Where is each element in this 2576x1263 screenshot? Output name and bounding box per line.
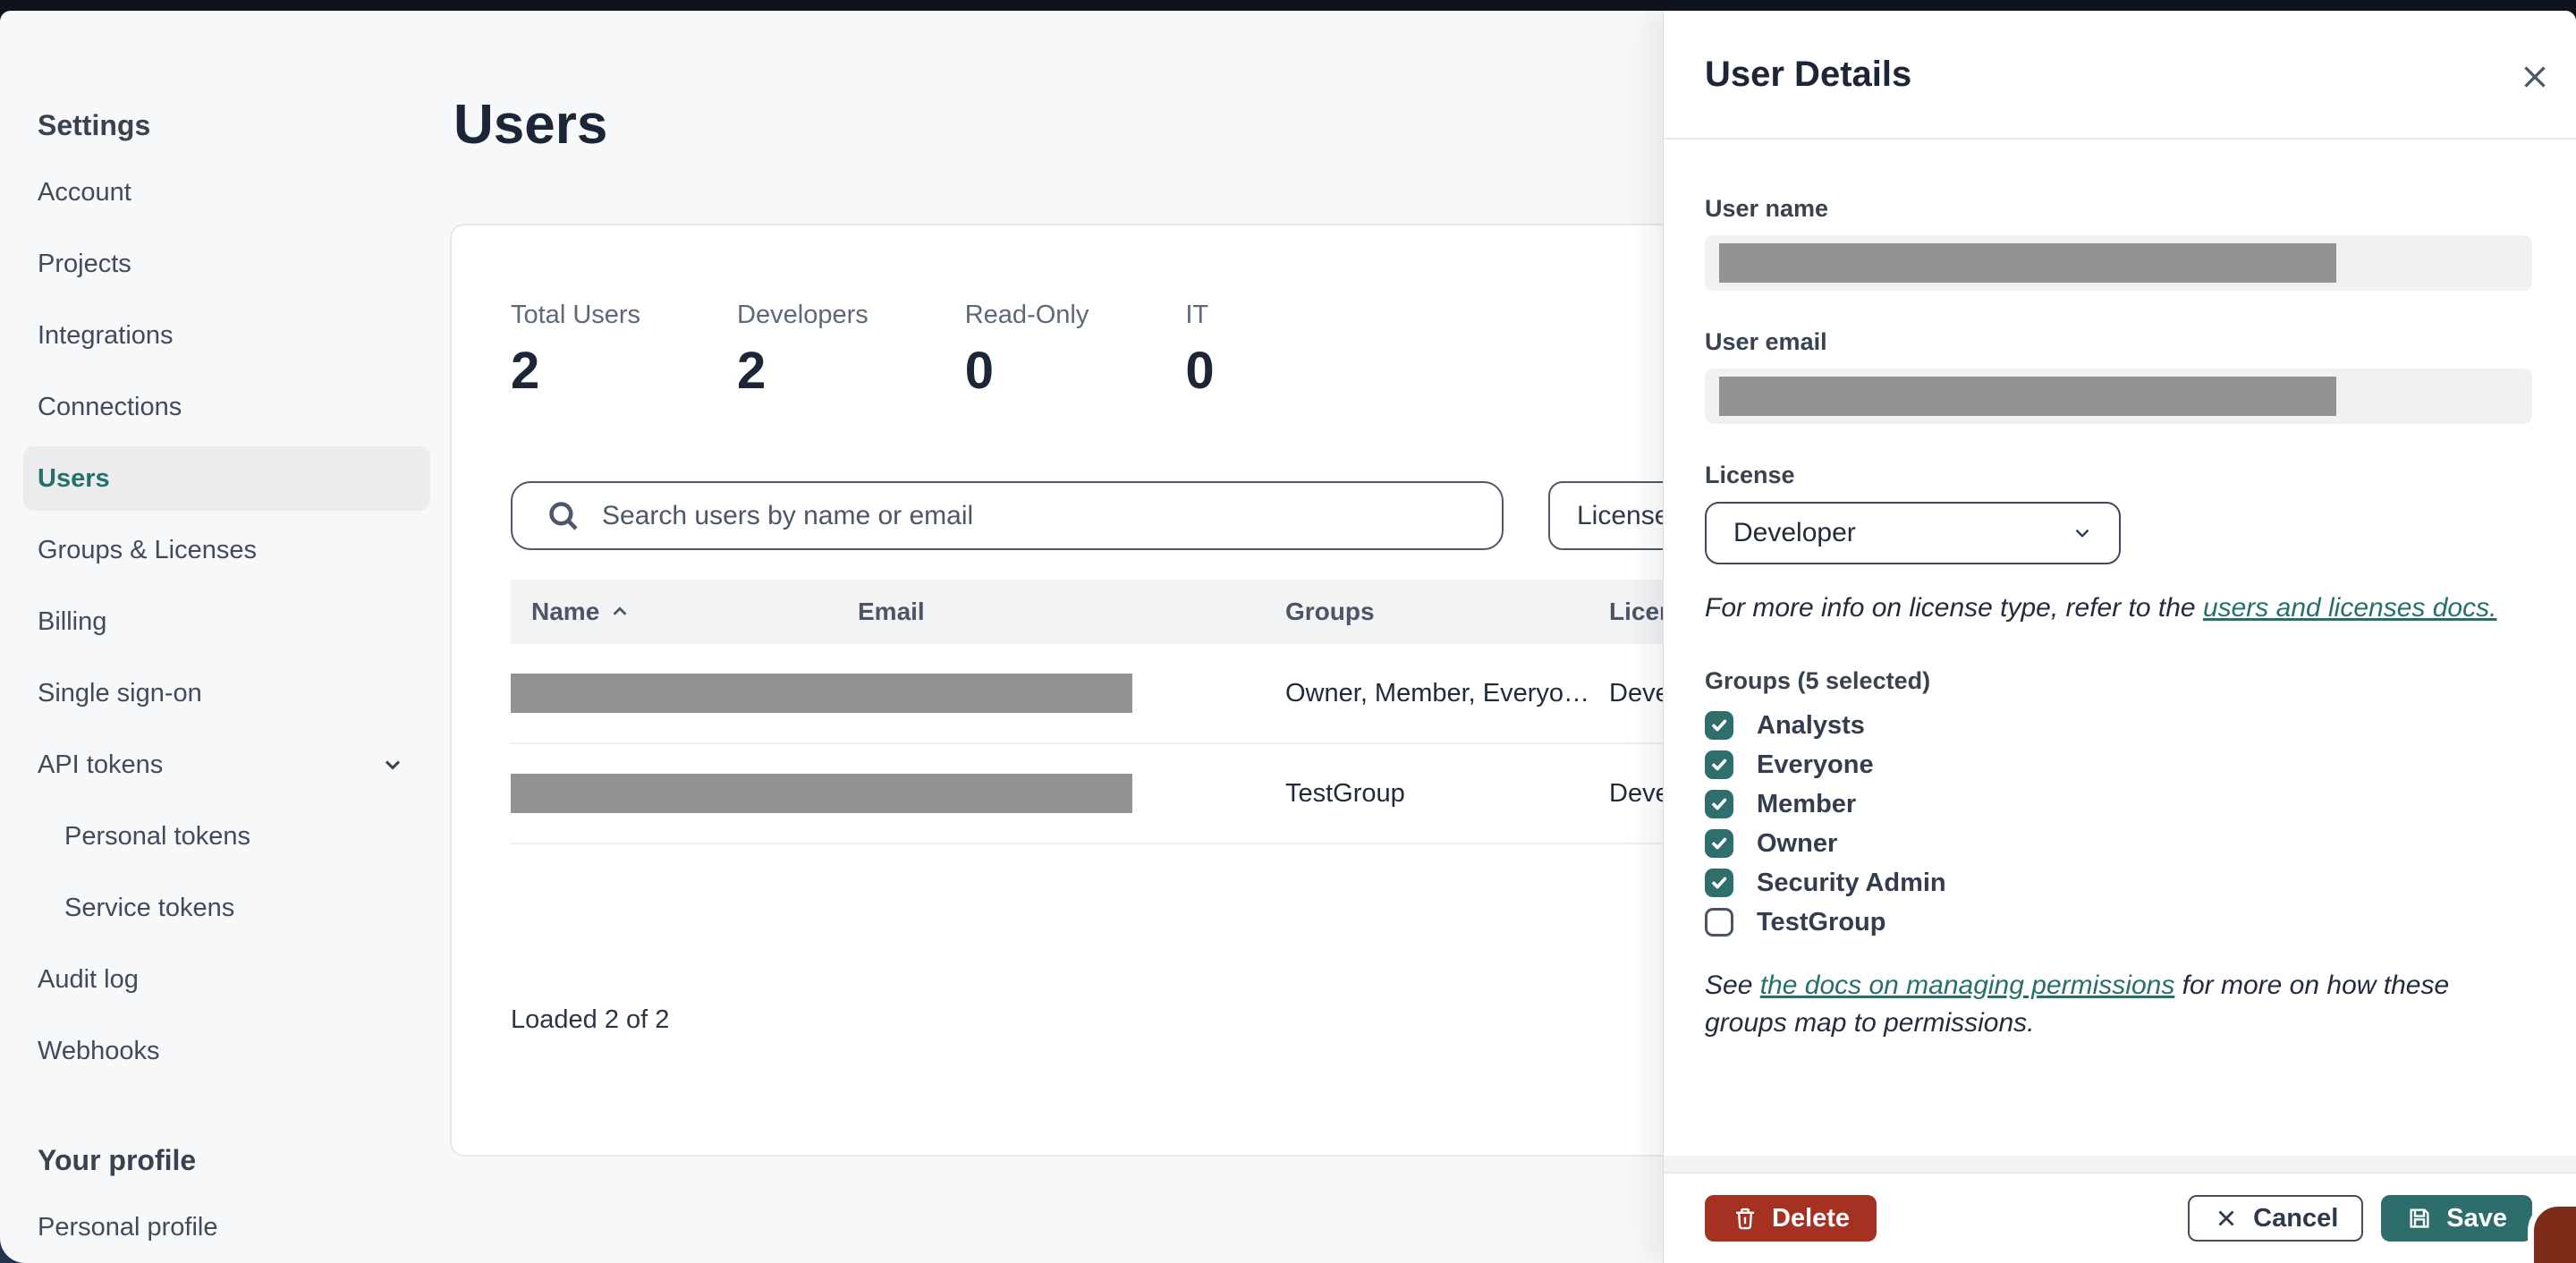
permissions-note: See the docs on managing permissions for… [1705, 971, 2450, 1038]
chevron-down-icon [385, 760, 401, 770]
sidebar-item-connections[interactable]: Connections [23, 371, 430, 443]
sidebar-item-personal-tokens[interactable]: Personal tokens [23, 801, 430, 872]
checkbox-checked-icon[interactable] [1705, 829, 1733, 858]
sidebar-item-groups-licenses[interactable]: Groups & Licenses [23, 514, 430, 586]
user-name-field: User name [1705, 195, 2532, 291]
sidebar-item-integrations[interactable]: Integrations [23, 300, 430, 371]
corner-overlay-artifact [2528, 1200, 2576, 1263]
user-email-label: User email [1705, 328, 1827, 355]
sidebar-item-single-sign-on[interactable]: Single sign-on [23, 657, 430, 729]
user-email-input[interactable] [1705, 369, 2532, 424]
profile-nav-list: Personal profile [23, 1191, 452, 1263]
column-header-email: Email [858, 598, 925, 625]
save-icon [2410, 1208, 2429, 1228]
user-search [511, 481, 1504, 550]
checkbox-checked-icon[interactable] [1705, 869, 1733, 897]
panel-footer: Delete Cancel Save [1664, 1172, 2576, 1263]
license-field: License Developer [1705, 462, 2532, 564]
cell-groups: TestGroup [1285, 778, 1405, 808]
sidebar-heading-settings: Settings [38, 109, 151, 141]
sidebar-item-projects[interactable]: Projects [23, 228, 430, 300]
panel-scroll-fade [1664, 1156, 2576, 1172]
sidebar-item-webhooks[interactable]: Webhooks [23, 1015, 430, 1087]
sidebar-item-account[interactable]: Account [23, 157, 430, 228]
group-option-security-admin[interactable]: Security Admin [1705, 863, 2532, 903]
close-icon [2524, 66, 2546, 88]
panel-body: User name User email License Developer F… [1664, 195, 2576, 1042]
x-icon [2218, 1210, 2234, 1226]
column-header-groups: Groups [1285, 598, 1375, 625]
stat-read-only: Read-Only 0 [964, 301, 1089, 400]
app-window: Settings Account Projects Integrations C… [0, 0, 2576, 1263]
stat-it: IT 0 [1185, 301, 1215, 400]
sidebar-nav-list: Account Projects Integrations Connection… [23, 157, 452, 1087]
group-option-owner[interactable]: Owner [1705, 824, 2532, 863]
users-licenses-docs-link[interactable]: users and licenses docs. [2203, 593, 2497, 623]
cancel-button[interactable]: Cancel [2188, 1195, 2364, 1242]
panel-header: User Details [1664, 11, 2576, 140]
license-note: For more info on license type, refer to … [1705, 593, 2497, 623]
stat-developers: Developers 2 [737, 301, 869, 400]
sidebar-item-audit-log[interactable]: Audit log [23, 944, 430, 1015]
group-option-testgroup[interactable]: TestGroup [1705, 903, 2532, 942]
column-header-name[interactable]: Name [511, 598, 837, 626]
group-option-member[interactable]: Member [1705, 784, 2532, 824]
sort-ascending-icon [613, 606, 627, 615]
redacted-name-email [511, 774, 1132, 813]
settings-sidebar: Settings Account Projects Integrations C… [0, 11, 452, 1263]
delete-button[interactable]: Delete [1705, 1195, 1877, 1242]
search-input[interactable] [602, 500, 1480, 531]
trash-icon [1736, 1208, 1754, 1230]
chevron-down-icon [2075, 529, 2089, 538]
search-icon [549, 501, 578, 530]
license-select[interactable]: Developer [1705, 502, 2121, 564]
stat-total-users: Total Users 2 [511, 301, 641, 400]
user-name-label: User name [1705, 195, 1829, 222]
user-details-panel: User Details User name User email Licens… [1663, 11, 2576, 1263]
license-selected-value: Developer [1733, 518, 1856, 547]
profile-section: Your profile Personal profile [0, 1142, 452, 1263]
window-top-bar [0, 0, 2576, 11]
groups-checkbox-list: Analysts Everyone Member Owner Security … [1705, 706, 2532, 942]
close-button[interactable] [2517, 59, 2553, 95]
save-button[interactable]: Save [2381, 1195, 2532, 1242]
sidebar-item-service-tokens[interactable]: Service tokens [23, 872, 430, 944]
redacted-user-email [1719, 377, 2336, 416]
user-name-input[interactable] [1705, 235, 2532, 291]
checkbox-checked-icon[interactable] [1705, 790, 1733, 818]
checkbox-checked-icon[interactable] [1705, 711, 1733, 740]
group-option-analysts[interactable]: Analysts [1705, 706, 2532, 745]
groups-label: Groups (5 selected) [1705, 667, 1931, 694]
sidebar-item-api-tokens[interactable]: API tokens [23, 729, 430, 801]
license-label: License [1705, 462, 1795, 488]
sidebar-item-personal-profile[interactable]: Personal profile [23, 1191, 430, 1263]
redacted-user-name [1719, 243, 2336, 283]
sidebar-heading-your-profile: Your profile [38, 1144, 197, 1176]
page-title: Users [453, 94, 608, 156]
redacted-name-email [511, 674, 1132, 713]
checkbox-unchecked-icon[interactable] [1705, 908, 1733, 937]
checkbox-checked-icon[interactable] [1705, 750, 1733, 779]
sidebar-item-users[interactable]: Users [23, 446, 430, 511]
managing-permissions-docs-link[interactable]: the docs on managing permissions [1760, 971, 2175, 1000]
sidebar-item-billing[interactable]: Billing [23, 586, 430, 657]
cell-groups: Owner, Member, Everyo… [1285, 678, 1589, 708]
panel-title: User Details [1705, 54, 1912, 94]
group-option-everyone[interactable]: Everyone [1705, 745, 2532, 784]
user-email-field: User email [1705, 328, 2532, 424]
